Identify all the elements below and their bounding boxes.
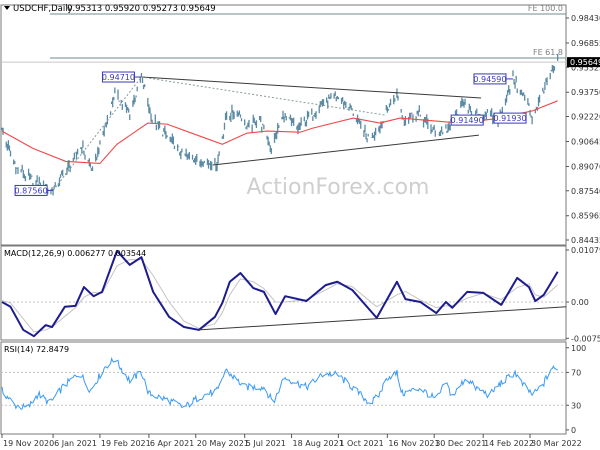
price-label: 0.94590 <box>473 75 506 84</box>
price-label: 0.87560 <box>15 186 48 195</box>
price-label: 0.94710 <box>102 73 135 82</box>
price-axis-label: 0.93750 <box>571 88 600 97</box>
x-axis-label: 14 Feb 2022 <box>484 439 534 448</box>
current-price-value: 0.95649 <box>570 58 600 67</box>
rsi-axis-label: 100 <box>571 344 586 353</box>
x-axis-label: 18 Aug 2021 <box>293 439 344 448</box>
x-axis-label: 6 Jan 2021 <box>54 439 97 448</box>
usdchf-daily-chart: FE 100.0 FE 61.8 0.94710 0.87560 0.94590 0.91… <box>0 0 600 450</box>
x-axis-label: 20 May 2021 <box>197 439 249 448</box>
price-axis-label: 0.96855 <box>571 39 600 48</box>
macd-axis-label: 0.010797 <box>571 246 600 255</box>
x-axis-label: 6 Apr 2021 <box>150 439 194 448</box>
macd-axis-label: 0.00 <box>571 298 589 307</box>
x-axis-label: 19 Nov 2020 <box>3 439 54 448</box>
x-axis-label: 30 Mar 2022 <box>531 439 582 448</box>
price-axis-label: 0.92220 <box>571 113 600 122</box>
rsi-axis-label: 0 <box>571 426 576 435</box>
ohlc-readout: 0.95313 0.95920 0.95273 0.95649 <box>67 4 216 14</box>
rsi-axis-label: 30 <box>571 401 581 410</box>
price-axis-label: 0.84435 <box>571 236 600 245</box>
x-axis-label: 5 Jul 2021 <box>246 439 286 448</box>
price-axis-label: 0.85965 <box>571 212 600 221</box>
price-label: 0.91930 <box>494 114 527 123</box>
chart-symbol: USDCHF,Daily <box>13 4 73 14</box>
price-label: 0.91490 <box>451 116 484 125</box>
price-axis-label: 0.87540 <box>571 187 600 196</box>
watermark: ActionForex.com <box>247 175 430 200</box>
fib-level-label: FE 100.0 <box>528 4 563 13</box>
price-axis-label: 0.89070 <box>571 162 600 171</box>
x-axis-label: 30 Dec 2021 <box>435 439 486 448</box>
x-axis-label: 16 Nov 2021 <box>388 439 439 448</box>
x-axis-label: 19 Feb 2021 <box>101 439 151 448</box>
rsi-label: RSI(14) 72.8479 <box>4 345 69 354</box>
price-axis-label: 0.98430 <box>571 14 600 23</box>
rsi-axis-label: 70 <box>571 368 581 377</box>
x-axis-label: 1 Oct 2021 <box>339 439 383 448</box>
chart-background <box>0 0 600 450</box>
macd-axis-label: -0.007548 <box>571 334 600 343</box>
macd-label: MACD(12,26,9) 0.006277 0.003544 <box>4 249 146 258</box>
price-axis-label: 0.90645 <box>571 137 600 146</box>
fib-level-label: FE 61.8 <box>533 48 563 57</box>
